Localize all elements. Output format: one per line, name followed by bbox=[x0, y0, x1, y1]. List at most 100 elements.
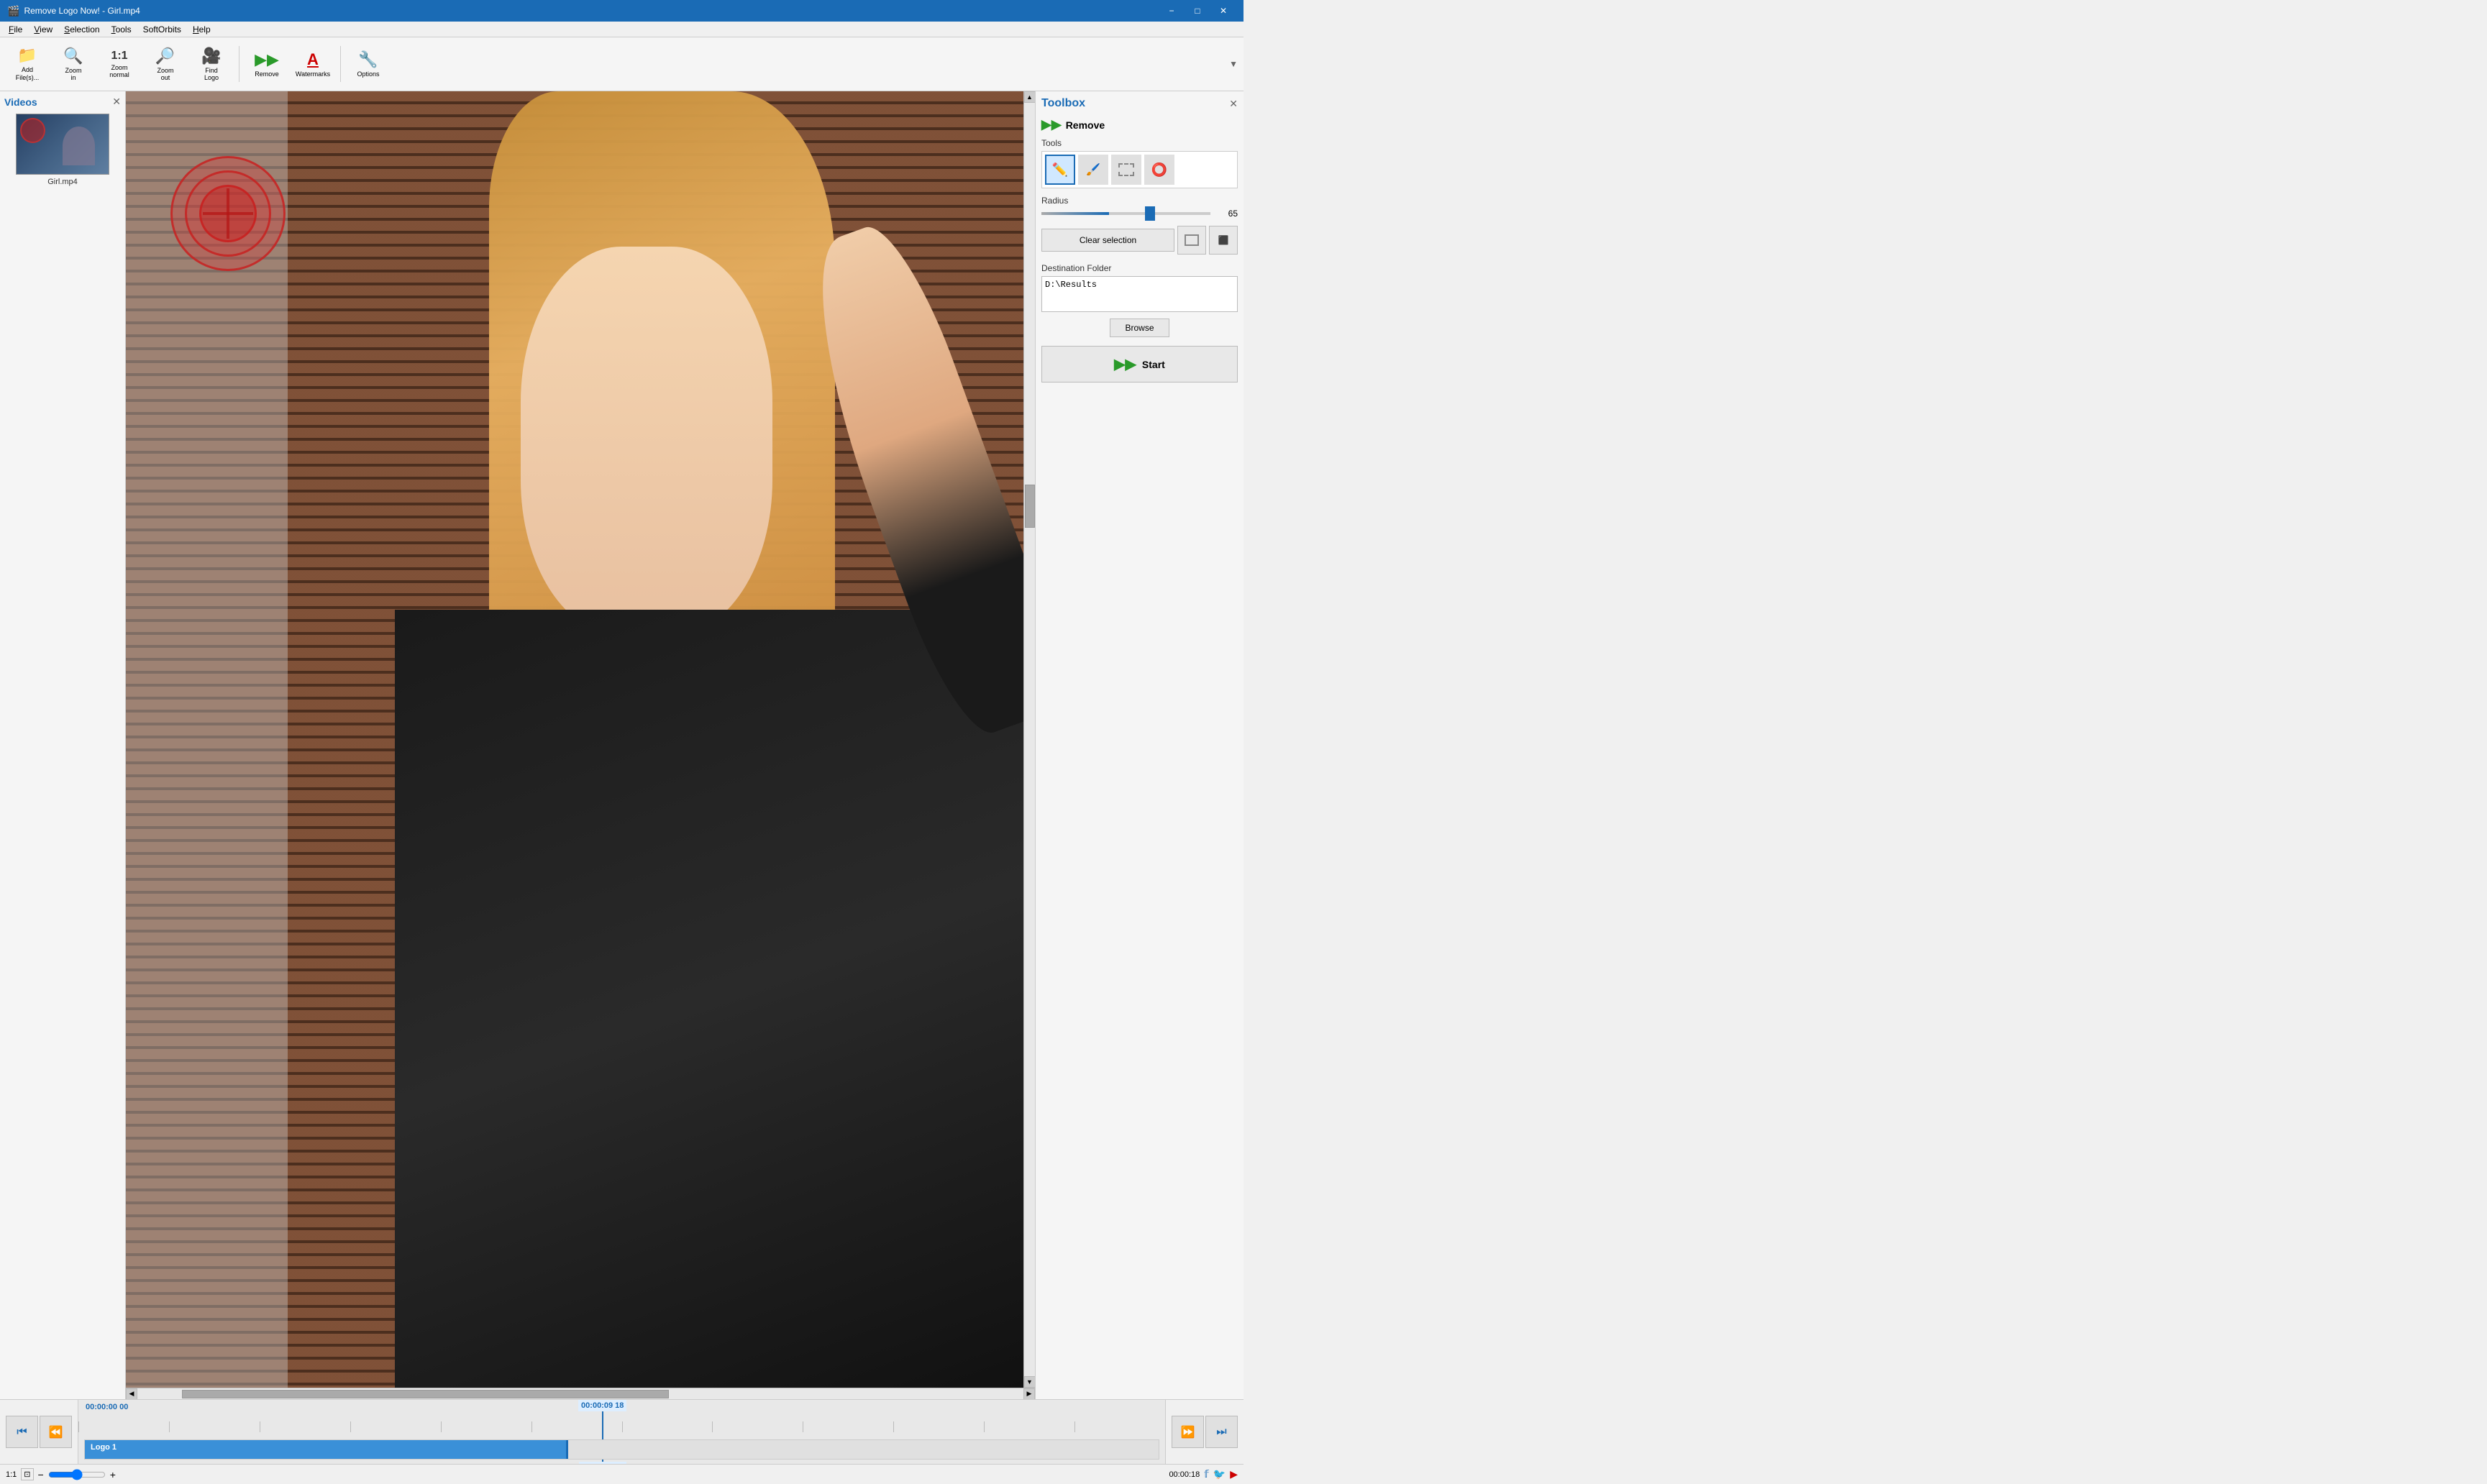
toolbar-collapse-icon[interactable]: ▼ bbox=[1229, 59, 1238, 69]
video-scrollbar-vertical[interactable]: ▲ ▼ bbox=[1023, 91, 1035, 1388]
toolbox-header: Toolbox ✕ bbox=[1041, 97, 1238, 110]
pencil-tool-button[interactable]: ✏️ bbox=[1045, 155, 1075, 185]
radius-slider[interactable] bbox=[1041, 212, 1210, 215]
video-scrollbar-horizontal[interactable]: ◀ ▶ bbox=[126, 1388, 1035, 1399]
video-main: ▲ ▼ bbox=[126, 91, 1035, 1388]
menu-file[interactable]: File bbox=[3, 23, 28, 36]
facebook-icon[interactable]: 𝕗 bbox=[1204, 1468, 1209, 1480]
zoom-plus-icon[interactable]: + bbox=[110, 1469, 116, 1480]
options-label: Options bbox=[357, 70, 379, 78]
minimize-button[interactable]: − bbox=[1159, 0, 1185, 22]
hscroll-left-btn[interactable]: ◀ bbox=[126, 1388, 137, 1400]
videos-panel-title: Videos bbox=[4, 96, 37, 108]
start-label: Start bbox=[1142, 359, 1165, 370]
bottom-right: 00:00:18 𝕗 🐦 ▶ bbox=[1169, 1468, 1238, 1480]
timeline-controls: ⏮ ⏪ 00:00:00 00 00:00:09 18 00:00:09 22 bbox=[0, 1400, 1244, 1464]
vscroll-thumb[interactable] bbox=[1025, 485, 1035, 528]
fit-view-icon[interactable]: ⊡ bbox=[21, 1468, 33, 1480]
browse-button[interactable]: Browse bbox=[1110, 319, 1169, 337]
rect-select-tool-button[interactable] bbox=[1111, 155, 1141, 185]
radius-section: Radius 65 bbox=[1041, 196, 1238, 219]
zoom-out-label: Zoomout bbox=[157, 67, 173, 81]
vscroll-up-btn[interactable]: ▲ bbox=[1024, 91, 1036, 103]
zoom-slider[interactable] bbox=[48, 1469, 106, 1480]
radius-value: 65 bbox=[1216, 209, 1238, 219]
select-all-frames-button[interactable]: ⬛ bbox=[1209, 226, 1238, 255]
hscroll-right-btn[interactable]: ▶ bbox=[1023, 1388, 1035, 1400]
youtube-icon[interactable]: ▶ bbox=[1230, 1468, 1238, 1480]
zoom-normal-button[interactable]: 1:1 Zoomnormal bbox=[98, 41, 141, 88]
menu-selection[interactable]: Selection bbox=[58, 23, 105, 36]
menu-softorbits[interactable]: SoftOrbits bbox=[137, 23, 187, 36]
watermarks-icon: A bbox=[307, 50, 319, 69]
zoom-in-label: Zoomin bbox=[65, 67, 81, 81]
toolbar-separator-2 bbox=[340, 46, 341, 82]
video-canvas[interactable] bbox=[126, 91, 1023, 1388]
zoom-out-button[interactable]: 🔍 Zoomout bbox=[144, 41, 187, 88]
hscroll-track[interactable] bbox=[137, 1388, 1023, 1399]
remove-icon: ▶▶ bbox=[255, 50, 279, 69]
hscroll-thumb[interactable] bbox=[182, 1390, 670, 1398]
find-logo-label: FindLogo bbox=[204, 67, 219, 81]
remove-button[interactable]: ▶▶ Remove bbox=[245, 41, 288, 88]
next-frame-button[interactable]: ⏩ bbox=[1172, 1416, 1204, 1448]
vscroll-down-btn[interactable]: ▼ bbox=[1024, 1376, 1036, 1388]
zoom-ratio: 1:1 bbox=[6, 1470, 17, 1479]
video-file-label: Girl.mp4 bbox=[4, 178, 121, 186]
zoom-in-button[interactable]: 🔍 Zoomin bbox=[52, 41, 95, 88]
transport-buttons-left: ⏮ ⏪ bbox=[0, 1400, 78, 1464]
menu-help[interactable]: Help bbox=[187, 23, 216, 36]
menu-tools[interactable]: Tools bbox=[106, 23, 137, 36]
maximize-button[interactable]: □ bbox=[1185, 0, 1210, 22]
start-button[interactable]: ▶▶ Start bbox=[1041, 346, 1238, 383]
ruler-mark bbox=[441, 1421, 531, 1432]
ruler-mark bbox=[622, 1421, 713, 1432]
app-icon: 🎬 bbox=[7, 5, 19, 17]
toolbox-close-button[interactable]: ✕ bbox=[1229, 98, 1238, 110]
prev-frame-button[interactable]: ⏪ bbox=[40, 1416, 72, 1448]
title-content: 🎬 Remove Logo Now! - Girl.mp4 bbox=[7, 5, 140, 17]
find-logo-icon: 🎥 bbox=[201, 47, 221, 65]
ruler-marks bbox=[78, 1421, 1165, 1432]
video-thumbnail[interactable] bbox=[16, 114, 109, 175]
remove-section-label: Remove bbox=[1066, 119, 1105, 131]
watermarks-button[interactable]: A Watermarks bbox=[291, 41, 334, 88]
zoom-minus-icon[interactable]: − bbox=[38, 1469, 44, 1480]
main-layout: Videos ✕ Girl.mp4 bbox=[0, 91, 1244, 1399]
videos-panel-close[interactable]: ✕ bbox=[112, 96, 121, 108]
goto-start-button[interactable]: ⏮ bbox=[6, 1416, 38, 1448]
eraser-tool-button[interactable]: 🖌️ bbox=[1078, 155, 1108, 185]
clear-selection-button[interactable]: Clear selection bbox=[1041, 229, 1174, 252]
close-button[interactable]: ✕ bbox=[1210, 0, 1236, 22]
toolbar: 📁 AddFile(s)... 🔍 Zoomin 1:1 Zoomnormal … bbox=[0, 37, 1244, 91]
timeline-track[interactable]: Logo 1 bbox=[78, 1439, 1165, 1460]
add-files-icon: 📁 bbox=[17, 46, 37, 65]
videos-panel: Videos ✕ Girl.mp4 bbox=[0, 91, 126, 1399]
bottom-left: 1:1 ⊡ − + bbox=[6, 1468, 116, 1480]
ruler-mark bbox=[893, 1421, 984, 1432]
select-frame-icon bbox=[1185, 234, 1199, 246]
ruler-mark bbox=[78, 1421, 169, 1432]
dest-folder-input[interactable]: D:\Results bbox=[1041, 276, 1238, 312]
logo-overlay bbox=[170, 156, 286, 271]
ruler-mark bbox=[712, 1421, 803, 1432]
timeline-ruler[interactable]: 00:00:00 00 00:00:09 18 00:00:09 22 bbox=[78, 1400, 1166, 1464]
twitter-icon[interactable]: 🐦 bbox=[1213, 1468, 1226, 1480]
vscroll-track[interactable] bbox=[1024, 103, 1035, 1376]
select-frame-button[interactable] bbox=[1177, 226, 1206, 255]
lasso-tool-button[interactable]: ⭕ bbox=[1144, 155, 1174, 185]
goto-end-button[interactable]: ⏭ bbox=[1205, 1416, 1238, 1448]
ruler-mark bbox=[169, 1421, 260, 1432]
toolbox-title: Toolbox bbox=[1041, 97, 1085, 110]
video-area-wrapper: ▲ ▼ ◀ ▶ bbox=[126, 91, 1035, 1399]
add-files-button[interactable]: 📁 AddFile(s)... bbox=[6, 41, 49, 88]
zoom-normal-icon: 1:1 bbox=[111, 50, 127, 63]
window-title: Remove Logo Now! - Girl.mp4 bbox=[24, 6, 140, 16]
options-button[interactable]: 🔧 Options bbox=[347, 41, 390, 88]
tools-label: Tools bbox=[1041, 138, 1238, 148]
zoom-out-icon: 🔍 bbox=[155, 47, 175, 65]
logo-track-fill[interactable]: Logo 1 bbox=[85, 1440, 568, 1459]
add-files-label: AddFile(s)... bbox=[16, 66, 40, 82]
menu-view[interactable]: View bbox=[28, 23, 58, 36]
find-logo-button[interactable]: 🎥 FindLogo bbox=[190, 41, 233, 88]
